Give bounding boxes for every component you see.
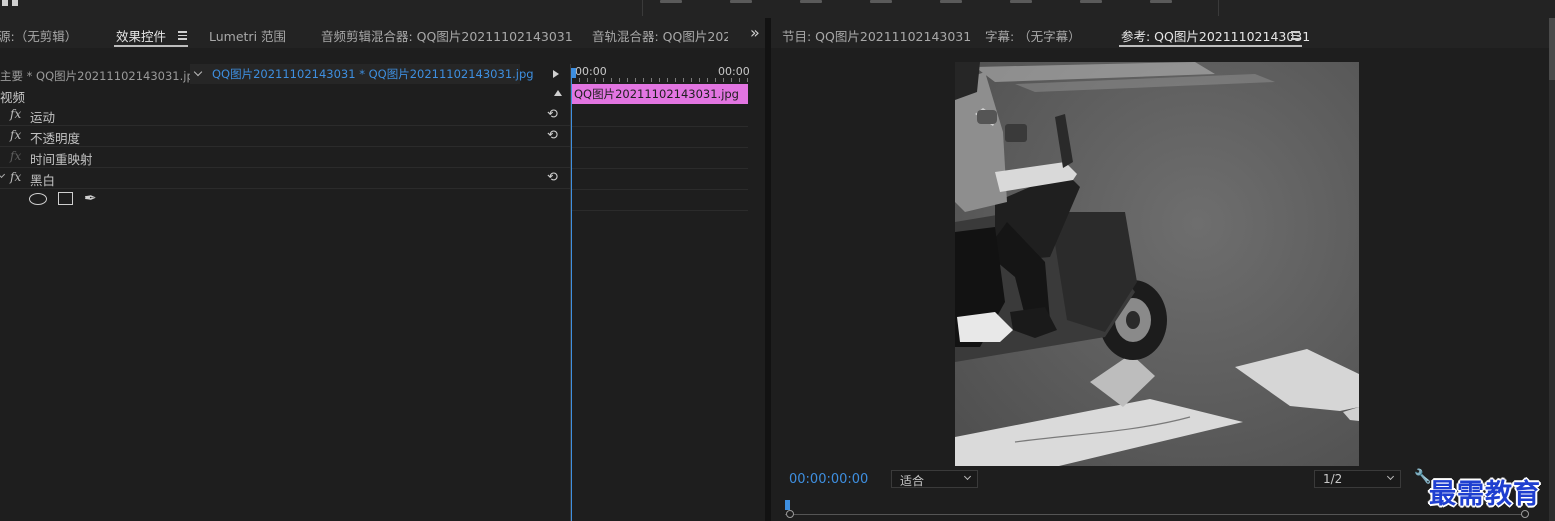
- workspace-tab[interactable]: [1150, 0, 1172, 4]
- workspace-tab[interactable]: [1080, 0, 1102, 4]
- video-section-label: 视频: [0, 90, 26, 105]
- clip-selector[interactable]: QQ图片20211102143031 * QQ图片20211102143031.…: [190, 64, 534, 84]
- effect-timeline[interactable]: 00:00 00:00 QQ图片20211102143031.jpg: [571, 64, 765, 521]
- right-panel-tabs: 节目: QQ图片20211102143031 字幕: （无字幕） 参考: QQ图…: [771, 18, 1549, 48]
- playhead-timecode[interactable]: 00:00:00:00: [789, 472, 868, 487]
- effect-controls-header: 主要 * QQ图片20211102143031.jpg QQ图片20211102…: [0, 64, 570, 84]
- ruler-end-time: 00:00: [718, 65, 750, 78]
- playback-resolution-select[interactable]: 1/2: [1314, 470, 1401, 488]
- out-point-handle[interactable]: [1521, 510, 1529, 518]
- playhead-handle[interactable]: [571, 68, 576, 78]
- fx-icon: fx: [10, 149, 22, 163]
- workspace-tab[interactable]: [730, 0, 752, 4]
- left-panel-tabs: 源:（无剪辑） 效果控件 Lumetri 范围 音频剪辑混合器: QQ图片202…: [0, 18, 765, 48]
- app-menu-icon[interactable]: [2, 0, 20, 6]
- watermark-logo: 最需教育: [1429, 479, 1541, 510]
- fx-icon[interactable]: fx: [10, 107, 21, 121]
- workspace-tab[interactable]: [800, 0, 822, 4]
- panel-menu-icon[interactable]: [178, 31, 187, 40]
- tab-overflow-button[interactable]: »: [750, 23, 760, 42]
- playback-resolution-value: 1/2: [1323, 472, 1343, 486]
- effect-name: 时间重映射: [30, 152, 93, 167]
- reset-icon[interactable]: ⟲: [547, 170, 558, 185]
- monitor-scrubber[interactable]: [785, 500, 1529, 520]
- time-ruler[interactable]: 00:00 00:00: [571, 64, 750, 82]
- collapse-up-icon[interactable]: [554, 90, 562, 96]
- reset-icon[interactable]: ⟲: [547, 107, 558, 122]
- scrub-track[interactable]: [785, 514, 1529, 515]
- fx-icon[interactable]: fx: [10, 128, 21, 142]
- chevron-down-icon: [1386, 472, 1395, 481]
- active-tab-indicator: [1119, 45, 1302, 47]
- expand-twisty-icon[interactable]: [0, 170, 6, 179]
- tab-reference[interactable]: 参考: QQ图片20211102143031: [1121, 26, 1310, 45]
- playhead-line: [571, 78, 572, 521]
- effect-row-black-white[interactable]: fx 黑白 ⟲: [0, 168, 570, 189]
- track-divider: [571, 126, 748, 127]
- track-divider: [571, 189, 748, 190]
- rectangle-mask-icon[interactable]: [58, 192, 73, 205]
- zoom-fit-value: 适合: [900, 474, 925, 488]
- timeline-clip[interactable]: QQ图片20211102143031.jpg: [571, 84, 748, 104]
- play-triangle-icon[interactable]: [553, 70, 559, 78]
- mask-tools: ✒: [0, 188, 570, 212]
- fx-icon[interactable]: fx: [10, 170, 21, 184]
- tab-effect-controls[interactable]: 效果控件: [116, 26, 166, 45]
- tab-program[interactable]: 节目: QQ图片20211102143031: [782, 26, 971, 45]
- ruler-ticks: [571, 78, 748, 82]
- effect-name: 不透明度: [30, 131, 81, 146]
- ruler-start-time: 00:00: [575, 65, 607, 78]
- track-divider: [571, 210, 748, 211]
- effect-row-motion[interactable]: fx 运动 ⟲: [0, 105, 570, 126]
- track-divider: [571, 147, 748, 148]
- master-clip-label[interactable]: 主要 * QQ图片20211102143031.jpg: [0, 66, 201, 84]
- scrub-playhead[interactable]: [785, 500, 790, 510]
- chevron-down-icon: [193, 67, 203, 77]
- reset-icon[interactable]: ⟲: [547, 128, 558, 143]
- workspace-tab[interactable]: [870, 0, 892, 4]
- tab-captions[interactable]: 字幕: （无字幕）: [985, 26, 1081, 45]
- effect-controls-panel: 源:（无剪辑） 效果控件 Lumetri 范围 音频剪辑混合器: QQ图片202…: [0, 18, 765, 521]
- video-section-header[interactable]: 视频: [0, 86, 570, 105]
- workspace-tab[interactable]: [660, 0, 682, 4]
- tab-lumetri-scopes[interactable]: Lumetri 范围: [209, 26, 286, 45]
- zoom-fit-select[interactable]: 适合: [891, 470, 978, 488]
- active-tab-indicator: [114, 45, 188, 47]
- workspace-tab[interactable]: [940, 0, 962, 4]
- ellipse-mask-icon[interactable]: [29, 193, 47, 205]
- workspace-tab[interactable]: [1010, 0, 1032, 4]
- monitor-panel: 节目: QQ图片20211102143031 字幕: （无字幕） 参考: QQ图…: [771, 18, 1549, 521]
- effect-row-time-remap[interactable]: fx 时间重映射: [0, 147, 570, 168]
- in-point-handle[interactable]: [786, 510, 794, 518]
- clip-selector-label: QQ图片20211102143031 * QQ图片20211102143031.…: [212, 67, 534, 81]
- tab-audio-clip-mixer[interactable]: 音频剪辑混合器: QQ图片20211102143031: [321, 26, 573, 45]
- panel-menu-icon[interactable]: [1291, 31, 1300, 40]
- effect-name: 运动: [30, 110, 56, 125]
- scrollbar-thumb[interactable]: [1549, 18, 1555, 80]
- chevron-down-icon: [963, 472, 972, 481]
- workspace-bar: [0, 0, 1555, 18]
- pen-mask-icon[interactable]: ✒: [84, 189, 97, 207]
- track-divider: [571, 168, 748, 169]
- divider: [642, 0, 643, 16]
- motorcycle-photo: [955, 62, 1359, 466]
- reference-monitor-image[interactable]: [955, 62, 1359, 466]
- scrollbar[interactable]: [1549, 18, 1555, 521]
- divider: [1218, 0, 1219, 16]
- tab-source[interactable]: 源:（无剪辑）: [0, 26, 77, 45]
- tab-audio-track-mixer[interactable]: 音轨混合器: QQ图片202: [592, 26, 728, 45]
- effect-name: 黑白: [30, 173, 56, 188]
- effect-row-opacity[interactable]: fx 不透明度 ⟲: [0, 126, 570, 147]
